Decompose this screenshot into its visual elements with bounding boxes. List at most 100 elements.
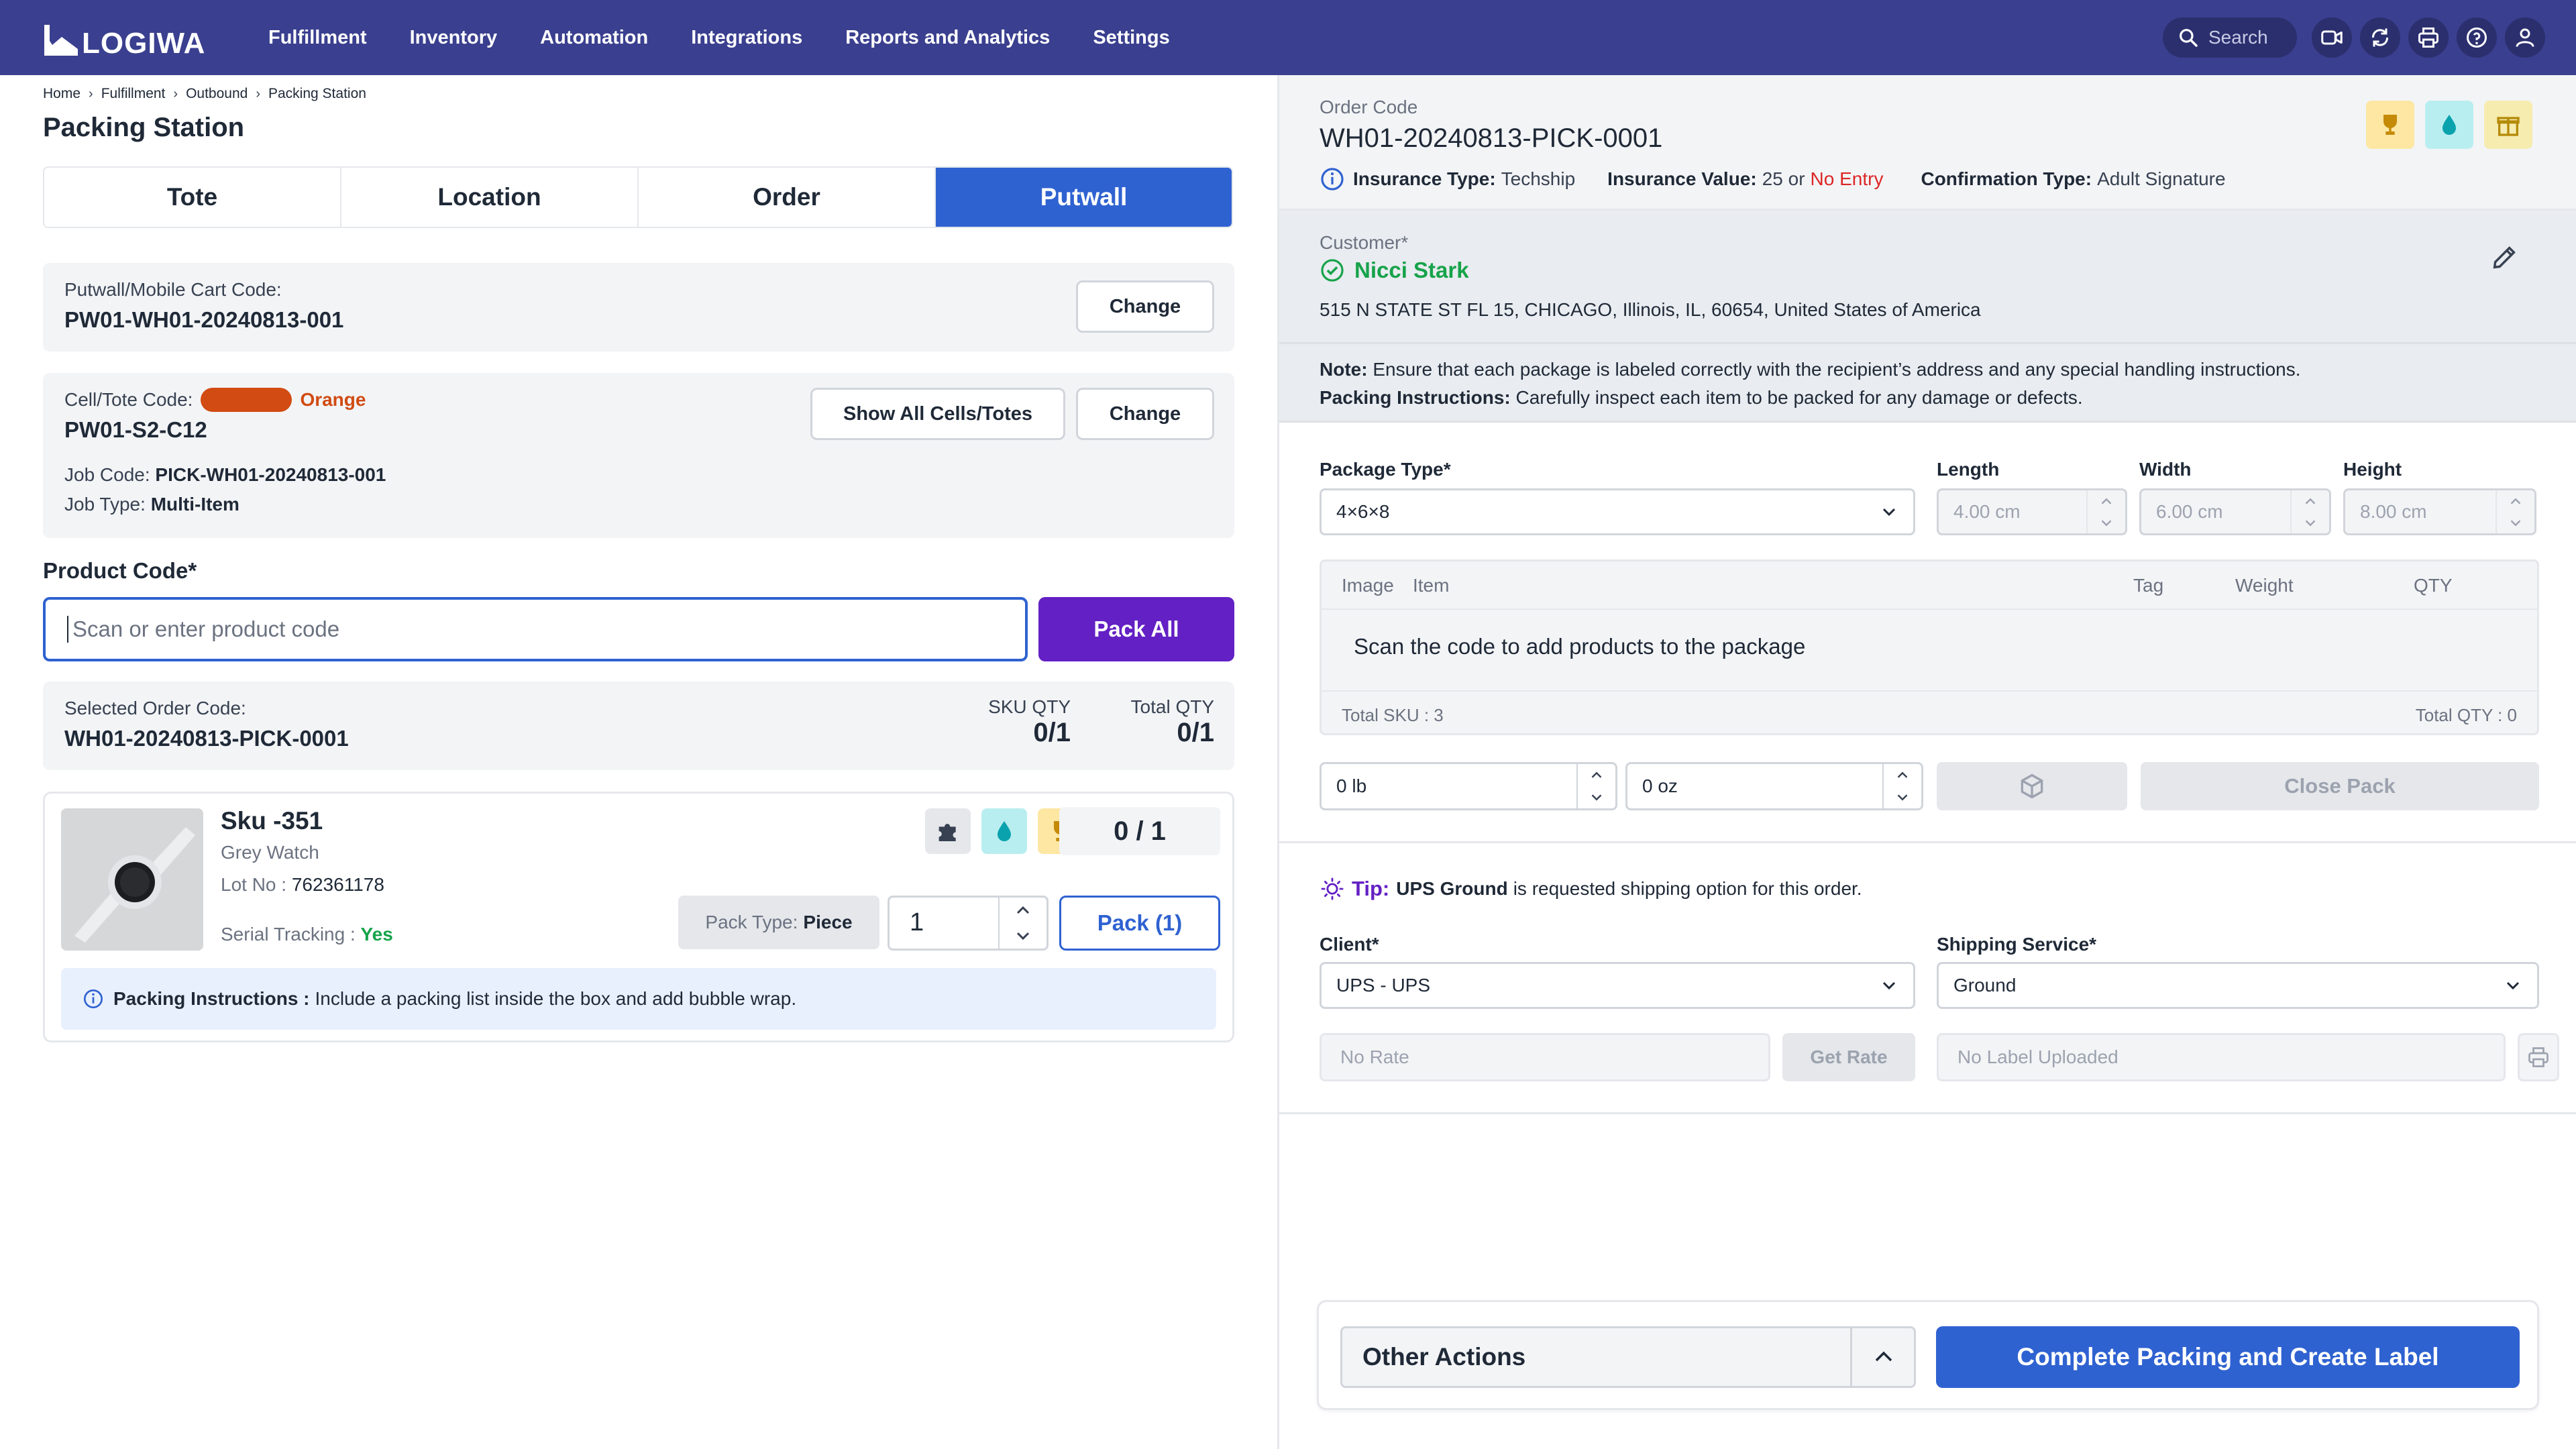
check-circle-icon <box>1321 259 1344 282</box>
cell-color-name: Orange <box>300 389 366 410</box>
tab-location[interactable]: Location <box>341 168 639 227</box>
print-button[interactable] <box>2408 17 2449 58</box>
top-nav: LOGIWA Fulfillment Inventory Automation … <box>0 0 2576 75</box>
label-field[interactable]: No Label Uploaded <box>1937 1033 2506 1081</box>
lightbulb-icon <box>1321 877 1344 900</box>
nav-automation[interactable]: Automation <box>540 27 648 49</box>
pack-all-button[interactable]: Pack All <box>1038 597 1234 661</box>
chevron-down-icon[interactable] <box>2509 519 2522 527</box>
video-button[interactable] <box>2312 17 2352 58</box>
chevron-up-icon[interactable] <box>1872 1348 1895 1364</box>
height-input[interactable]: 8.00 cm <box>2343 488 2536 535</box>
width-input[interactable]: 6.00 cm <box>2139 488 2331 535</box>
printer-icon <box>2418 28 2438 48</box>
serial-value: Yes <box>360 924 393 945</box>
cell-change-button[interactable]: Change <box>1076 388 1214 440</box>
sku-qty-label: SKU QTY <box>988 696 1071 717</box>
show-all-cells-button[interactable]: Show All Cells/Totes <box>810 388 1065 440</box>
printer-icon <box>2528 1047 2548 1067</box>
other-actions-dropdown[interactable]: Other Actions <box>1340 1326 1916 1388</box>
user-button[interactable] <box>2505 17 2545 58</box>
insurance-type-label: Insurance Type: <box>1353 168 1496 189</box>
logo[interactable]: LOGIWA <box>42 21 205 60</box>
tip-bold: UPS Ground <box>1396 878 1508 899</box>
search-input[interactable]: Search <box>2163 17 2297 58</box>
confirmation-type-value: Adult Signature <box>2097 168 2226 189</box>
tab-putwall[interactable]: Putwall <box>936 168 1232 227</box>
insurance-value-label: Insurance Value: <box>1607 168 1757 189</box>
chevron-right-icon: › <box>89 86 93 101</box>
breadcrumb-fulfillment[interactable]: Fulfillment <box>101 86 166 102</box>
shipping-service-select[interactable]: Ground <box>1937 962 2539 1009</box>
nav-inventory[interactable]: Inventory <box>410 27 498 49</box>
tab-order[interactable]: Order <box>639 168 936 227</box>
order-packing-text: Carefully inspect each item to be packed… <box>1515 387 2083 408</box>
chevron-up-icon[interactable] <box>2304 497 2317 506</box>
putwall-change-button[interactable]: Change <box>1076 280 1214 333</box>
tip-label: Tip: <box>1352 877 1390 900</box>
right-panel: Order Code WH01-20240813-PICK-0001 Insur… <box>1279 75 2576 1449</box>
nav-fulfillment[interactable]: Fulfillment <box>268 27 367 49</box>
complete-packing-button[interactable]: Complete Packing and Create Label <box>1936 1326 2520 1388</box>
order-code-label: Order Code <box>1320 97 1418 117</box>
puzzle-icon <box>938 824 956 841</box>
shipping-tip: Tip: UPS Ground is requested shipping op… <box>1320 876 1862 902</box>
badge-puzzle <box>925 808 971 854</box>
total-qty-label: Total QTY <box>1130 696 1214 717</box>
item-instructions-text: Include a packing list inside the box an… <box>315 988 797 1009</box>
client-value: UPS - UPS <box>1336 975 1431 996</box>
info-icon <box>84 989 103 1008</box>
chevron-up-icon[interactable] <box>1015 905 1031 916</box>
chevron-up-icon[interactable] <box>2100 497 2113 506</box>
help-icon <box>2467 28 2487 48</box>
customer-name: Nicci Stark <box>1354 258 1469 282</box>
stepper-value[interactable]: 1 <box>910 908 924 937</box>
nav-integrations[interactable]: Integrations <box>691 27 802 49</box>
breadcrumb-outbound[interactable]: Outbound <box>186 86 248 102</box>
total-qty-value: 0/1 <box>1177 718 1214 747</box>
putwall-card: Putwall/Mobile Cart Code: PW01-WH01-2024… <box>43 263 1234 352</box>
chevron-down-icon[interactable] <box>2304 519 2317 527</box>
job-type-value: Multi-Item <box>150 494 239 515</box>
rate-placeholder: No Rate <box>1340 1046 1409 1067</box>
edit-icon[interactable] <box>2489 241 2520 272</box>
chevron-up-icon[interactable] <box>1896 771 1909 780</box>
print-label-button[interactable] <box>2518 1033 2559 1081</box>
scale-button[interactable] <box>1937 762 2127 810</box>
help-button[interactable] <box>2457 17 2497 58</box>
order-code-value: WH01-20240813-PICK-0001 <box>1320 123 1663 153</box>
pack-item-button[interactable]: Pack (1) <box>1059 896 1220 951</box>
chevron-down-icon[interactable] <box>1015 930 1031 941</box>
length-input[interactable]: 4.00 cm <box>1937 488 2127 535</box>
insurance-type-value: Techship <box>1501 168 1576 189</box>
nav-reports[interactable]: Reports and Analytics <box>845 27 1050 49</box>
chevron-down-icon[interactable] <box>1896 793 1909 802</box>
product-code-input[interactable]: Scan or enter product code <box>43 597 1028 661</box>
package-items-table: Image Item Tag Weight QTY Scan the code … <box>1320 559 2539 735</box>
nav-settings[interactable]: Settings <box>1093 27 1169 49</box>
package-type-select[interactable]: 4×6×8 <box>1320 488 1915 535</box>
breadcrumb-home[interactable]: Home <box>43 86 80 102</box>
close-pack-button[interactable]: Close Pack <box>2141 762 2539 810</box>
rate-field[interactable]: No Rate <box>1320 1033 1770 1081</box>
client-select[interactable]: UPS - UPS <box>1320 962 1915 1009</box>
chevron-up-icon[interactable] <box>1590 771 1603 780</box>
chevron-down-icon[interactable] <box>1590 793 1603 802</box>
chevron-up-icon[interactable] <box>2509 497 2522 506</box>
job-code-value: PICK-WH01-20240813-001 <box>155 464 386 485</box>
pack-type-label: Pack Type: <box>705 912 798 932</box>
pack-quantity-stepper[interactable]: 1 <box>888 896 1049 951</box>
action-bar: Other Actions Complete Packing and Creat… <box>1317 1300 2539 1410</box>
get-rate-button[interactable]: Get Rate <box>1782 1033 1915 1081</box>
customer-address: 515 N STATE ST FL 15, CHICAGO, Illinois,… <box>1320 299 1981 320</box>
chevron-down-icon[interactable] <box>2100 519 2113 527</box>
weight-lb-input[interactable]: 0 lb <box>1320 762 1617 810</box>
selected-order-label: Selected Order Code: <box>64 698 246 718</box>
sync-button[interactable] <box>2360 17 2400 58</box>
order-badge-trophy <box>2366 101 2414 149</box>
cell-label: Cell/Tote Code: <box>64 389 193 410</box>
width-label: Width <box>2139 459 2192 480</box>
weight-oz-input[interactable]: 0 oz <box>1625 762 1923 810</box>
tab-tote[interactable]: Tote <box>44 168 341 227</box>
insurance-no-entry: No Entry <box>1810 168 1884 189</box>
